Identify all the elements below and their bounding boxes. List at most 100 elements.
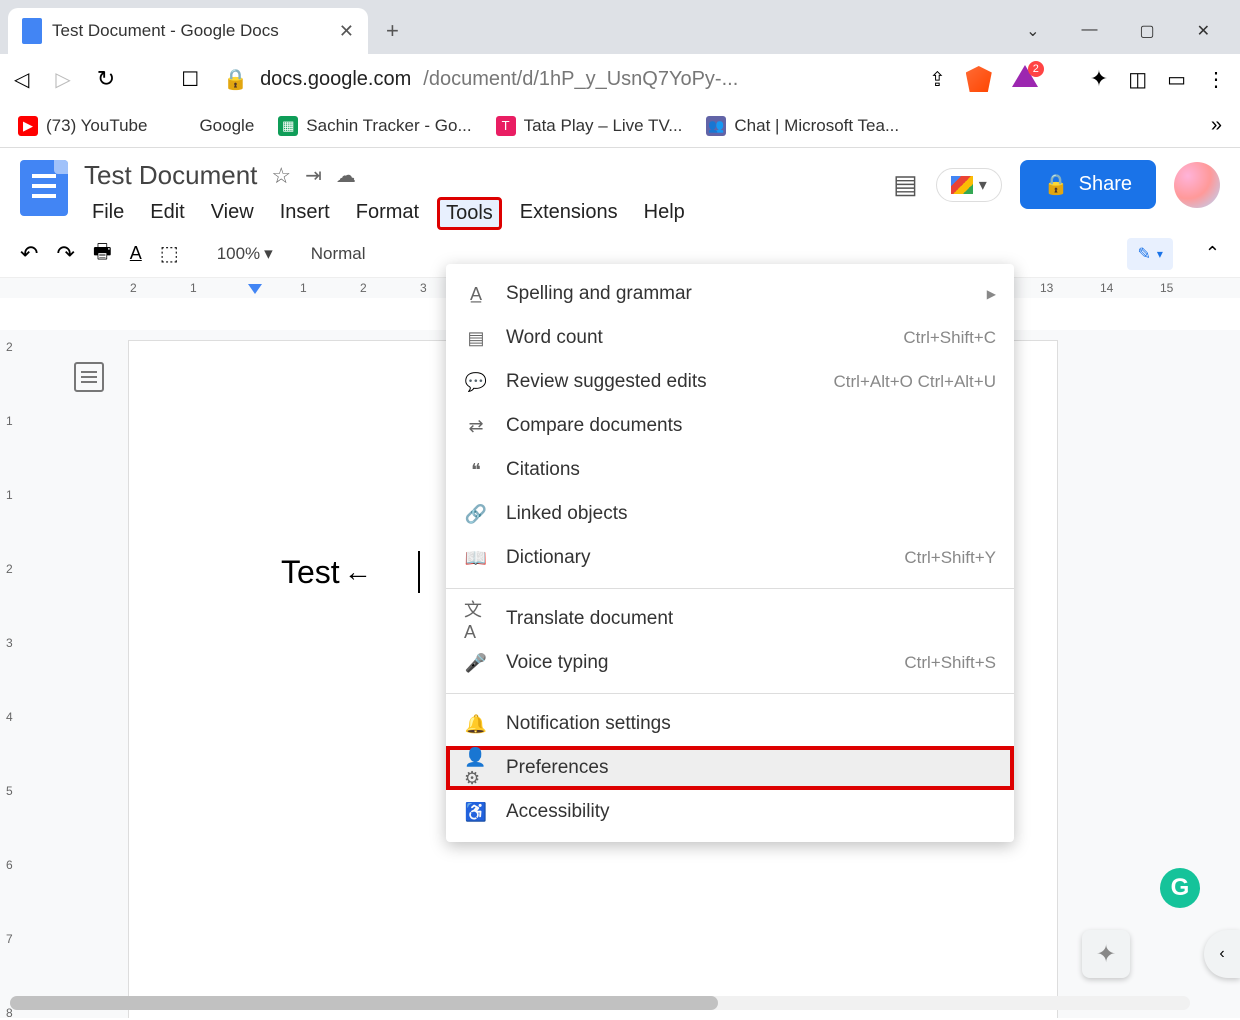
meet-button[interactable]: ▾ [936,168,1002,202]
horizontal-scrollbar[interactable] [10,996,1190,1010]
docs-logo[interactable] [20,160,68,216]
prefs-icon: 👤⚙ [464,756,488,780]
bookmark-item[interactable]: ▦Sachin Tracker - Go... [278,116,471,136]
dictionary-icon: 📖 [464,546,488,570]
chevron-down-icon[interactable]: ⌄ [1026,21,1039,41]
menu-item-notification-settings[interactable]: 🔔Notification settings [446,702,1014,746]
menu-item-spelling-and-grammar[interactable]: A̲Spelling and grammar▶ [446,272,1014,316]
tools-menu-dropdown: A̲Spelling and grammar▶▤Word countCtrl+S… [446,264,1014,842]
pencil-icon: ✎ [1137,244,1150,264]
browser-tab[interactable]: Test Document - Google Docs ✕ [8,8,368,54]
edit-mode-button[interactable]: ✎▾ [1127,238,1172,270]
window-controls: ⌄ — ▢ ✕ [1026,21,1240,41]
close-window-button[interactable]: ✕ [1197,21,1210,41]
zoom-select[interactable]: 100%▾ [217,244,273,264]
bookmark-item[interactable]: ▶(73) YouTube [18,116,147,136]
menu-item-citations[interactable]: ❝Citations [446,448,1014,492]
explore-button[interactable]: ✦ [1082,930,1130,978]
spellcheck-icon: A̲ [464,282,488,306]
notification-badge: 2 [1028,61,1044,77]
bookmarks-overflow[interactable]: » [1211,114,1222,137]
doc-title[interactable]: Test Document [84,160,257,191]
menu-item-linked-objects[interactable]: 🔗Linked objects [446,492,1014,536]
document-content[interactable]: Test ← [281,551,420,593]
submenu-arrow-icon: ▶ [987,287,996,301]
menu-tools[interactable]: Tools [437,197,502,230]
reload-button[interactable]: ↻ [97,66,115,92]
tab-title: Test Document - Google Docs [52,21,329,41]
wallet-icon[interactable]: ▭ [1167,67,1186,92]
bookmark-icon[interactable]: ☐ [181,67,199,92]
bookmark-favicon: 👥 [706,116,726,136]
menu-view[interactable]: View [203,197,262,230]
bookmark-favicon: ▦ [278,116,298,136]
tab-bar: Test Document - Google Docs ✕ + ⌄ — ▢ ✕ [0,0,1240,54]
print-button[interactable]: 🖶 [93,237,112,271]
menu-item-voice-typing[interactable]: 🎤Voice typingCtrl+Shift+S [446,641,1014,685]
redo-button[interactable]: ↷ [56,241,74,267]
comments-icon[interactable]: ▤ [893,169,918,200]
url-host: docs.google.com [260,68,411,91]
share-icon[interactable]: ⇪ [929,67,946,92]
menu-format[interactable]: Format [348,197,427,230]
sidepanel-icon[interactable]: ◫ [1128,67,1147,92]
brave-rewards-icon[interactable]: 2 [1012,65,1040,93]
citations-icon: ❝ [464,458,488,482]
share-button[interactable]: 🔒 Share [1020,160,1156,209]
indent-marker[interactable] [248,284,262,294]
collapse-toolbar-button[interactable]: ⌃ [1205,243,1220,264]
menu-item-accessibility[interactable]: ♿Accessibility [446,790,1014,834]
star-icon[interactable]: ☆ [271,163,291,189]
back-button[interactable]: ◁ [14,67,29,92]
menu-file[interactable]: File [84,197,132,230]
paint-format-button[interactable]: ⬚ [160,241,179,266]
menu-insert[interactable]: Insert [272,197,338,230]
compare-icon: ⇄ [464,414,488,438]
menu-help[interactable]: Help [636,197,693,230]
review-icon: 💬 [464,370,488,394]
forward-button[interactable]: ▷ [55,67,70,92]
menu-item-dictionary[interactable]: 📖DictionaryCtrl+Shift+Y [446,536,1014,580]
url-input[interactable]: 🔒 docs.google.com /document/d/1hP_y_UsnQ… [223,67,905,92]
close-icon[interactable]: ✕ [339,21,354,42]
menu-item-preferences[interactable]: 👤⚙Preferences [446,746,1014,790]
bookmark-item[interactable]: GGoogle [171,116,254,136]
undo-button[interactable]: ↶ [20,241,38,267]
url-path: /document/d/1hP_y_UsnQ7YoPy-... [423,68,738,91]
menu-item-review-suggested-edits[interactable]: 💬Review suggested editsCtrl+Alt+O Ctrl+A… [446,360,1014,404]
accessibility-icon: ♿ [464,800,488,824]
new-tab-button[interactable]: + [386,18,399,44]
bookmark-item[interactable]: 👥Chat | Microsoft Tea... [706,116,899,136]
menu-item-word-count[interactable]: ▤Word countCtrl+Shift+C [446,316,1014,360]
linked-icon: 🔗 [464,502,488,526]
docs-header: Test Document ☆ ⇥ ☁ File Edit View Insert Fo… [0,148,1240,230]
avatar[interactable] [1174,162,1220,208]
cloud-icon[interactable]: ☁ [336,163,356,188]
outline-toggle[interactable] [74,362,104,392]
vertical-ruler[interactable]: 2112345678 [0,330,28,1018]
bookmark-favicon: ▶ [18,116,38,136]
bell-icon: 🔔 [464,712,488,736]
maximize-button[interactable]: ▢ [1139,21,1154,41]
menu-edit[interactable]: Edit [142,197,192,230]
minimize-button[interactable]: — [1081,21,1097,41]
move-icon[interactable]: ⇥ [305,163,322,188]
menu-item-translate-document[interactable]: 文ATranslate document [446,597,1014,641]
text-cursor [418,551,420,593]
bookmark-favicon: T [496,116,516,136]
menu-extensions[interactable]: Extensions [512,197,626,230]
style-select[interactable]: Normal [311,244,366,264]
share-label: Share [1079,173,1132,196]
browser-chrome: Test Document - Google Docs ✕ + ⌄ — ▢ ✕ … [0,0,1240,148]
menu-bar: File Edit View Insert Format Tools Extensions H… [84,197,877,230]
bookmark-favicon: G [171,116,191,136]
menu-icon[interactable]: ⋮ [1206,67,1226,92]
word-count-icon: ▤ [464,326,488,350]
extensions-icon[interactable]: ✦ [1090,66,1108,92]
bookmark-item[interactable]: TTata Play – Live TV... [496,116,683,136]
menu-item-compare-documents[interactable]: ⇄Compare documents [446,404,1014,448]
docs-icon [22,18,42,44]
grammarly-icon[interactable]: G [1160,868,1200,908]
brave-shield-icon[interactable] [966,66,992,92]
spellcheck-button[interactable]: A [130,243,142,264]
